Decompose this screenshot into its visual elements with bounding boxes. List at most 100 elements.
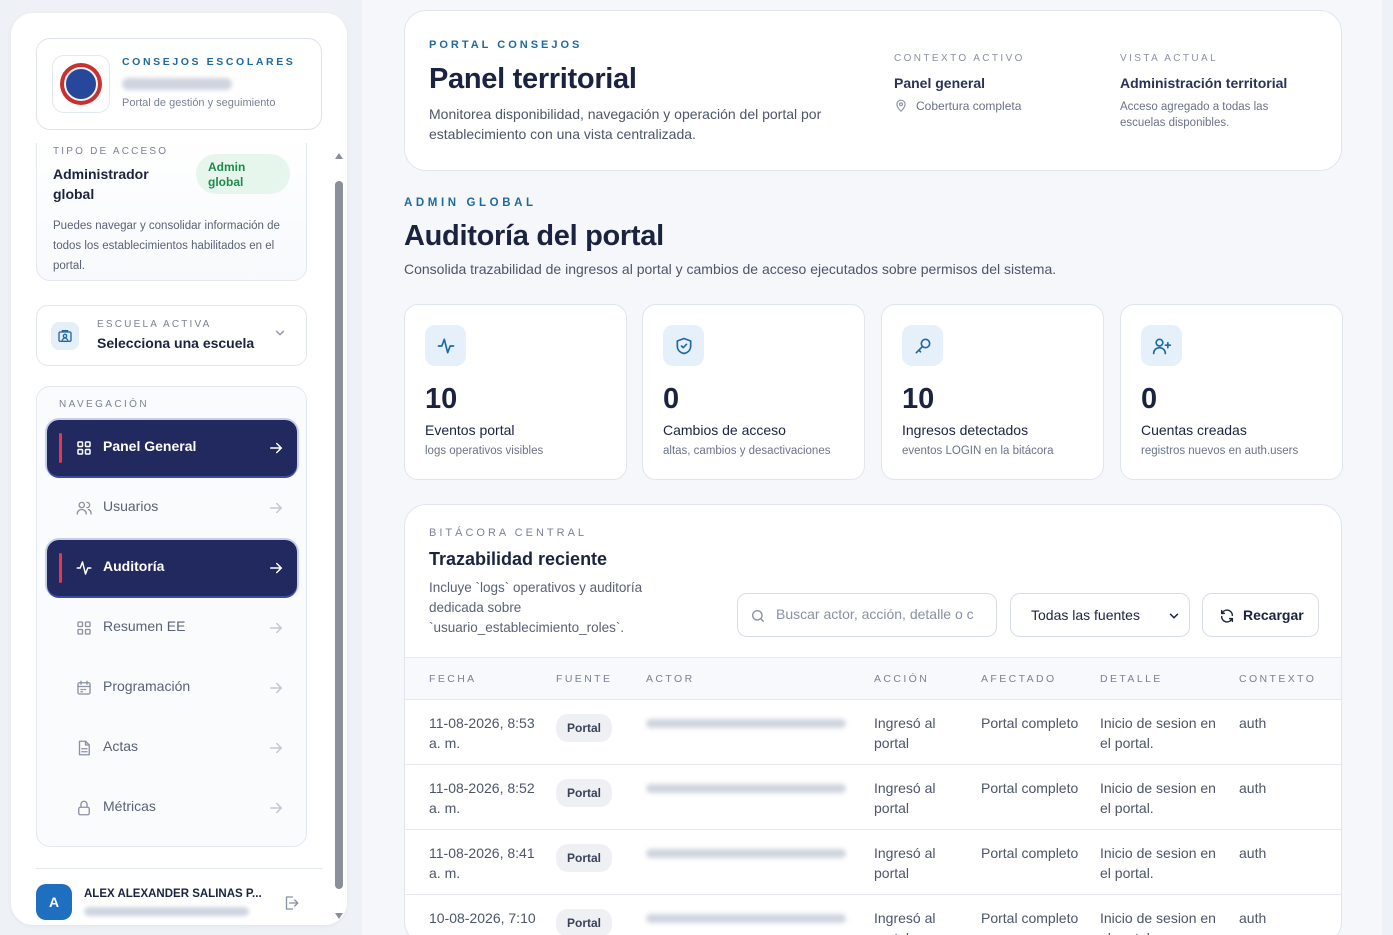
avatar: A (36, 884, 72, 920)
table-row[interactable]: 11-08-2026, 8:41 a. m. Portal Ingresó al… (405, 830, 1341, 895)
search-field[interactable] (737, 593, 997, 637)
actor-redacted (646, 849, 846, 858)
access-role: Administrador global (53, 166, 149, 202)
table-row[interactable]: 11-08-2026, 8:53 a. m. Portal Ingresó al… (405, 700, 1341, 765)
arrow-right-icon (270, 562, 283, 574)
arrow-right-icon (270, 622, 283, 634)
nav-item-programacion[interactable]: Programación (47, 660, 297, 716)
page-title: Panel territorial (429, 63, 637, 95)
nav-item-actas[interactable]: Actas (47, 720, 297, 776)
brand-name-redacted (122, 78, 232, 90)
table-row[interactable]: 11-08-2026, 8:52 a. m. Portal Ingresó al… (405, 765, 1341, 830)
active-marker (59, 433, 62, 463)
school-seal-logo (52, 55, 110, 113)
cell-detalle: Inicio de sesion en el portal. (1100, 845, 1216, 881)
column-header[interactable]: ACCIÓN (874, 658, 981, 700)
cell-contexto: auth (1239, 715, 1267, 731)
column-header[interactable]: AFECTADO (981, 658, 1100, 700)
sidebar: CONSEJOS ESCOLARES Portal de gestión y s… (11, 13, 347, 925)
activity-icon (425, 325, 466, 366)
context-sub: Cobertura completa (894, 99, 1021, 113)
stat-label: Eventos portal (425, 422, 515, 438)
stat-card-ingresos: 10 Ingresos detectados eventos LOGIN en … (881, 304, 1104, 480)
actor-redacted (646, 719, 846, 728)
sidebar-scrollbar[interactable] (333, 151, 345, 921)
context-value: Panel general (894, 75, 986, 91)
activity-icon (76, 561, 92, 575)
table-row[interactable]: 10-08-2026, 7:10 p. m. Portal Ingresó al… (405, 895, 1341, 935)
sidebar-scroll-area[interactable]: TIPO DE ACCESO Administrador global Admi… (11, 143, 347, 865)
nav-item-resumen-ee[interactable]: Resumen EE (47, 600, 297, 656)
chevron-down-icon (1169, 613, 1179, 619)
nav-label: Panel General (103, 438, 197, 454)
nav-label: Métricas (103, 798, 156, 814)
nav-label: Usuarios (103, 498, 159, 514)
chevron-down-icon (273, 326, 287, 345)
cell-afectado: Portal completo (981, 715, 1079, 731)
column-header[interactable]: DETALLE (1100, 658, 1239, 700)
log-table: FECHA FUENTE ACTOR ACCIÓN AFECTADO DETAL… (405, 657, 1341, 935)
lock-icon (78, 800, 90, 816)
log-kicker: BITÁCORA CENTRAL (429, 527, 588, 539)
nav-label: Auditoría (103, 558, 165, 574)
stat-label: Cuentas creadas (1141, 422, 1247, 438)
cell-accion: Ingresó al portal (874, 845, 936, 881)
cell-contexto: auth (1239, 845, 1267, 861)
search-input[interactable] (776, 606, 986, 622)
arrow-right-icon (270, 682, 283, 694)
view-sub: Acceso agregado a todas las escuelas dis… (1120, 101, 1269, 129)
nav-item-metricas[interactable]: Métricas (47, 780, 297, 836)
nav-item-panel-general[interactable]: Panel General (47, 420, 297, 476)
cell-actor (646, 895, 874, 935)
arrow-right-icon (270, 802, 283, 814)
scrollbar-thumb[interactable] (335, 181, 343, 889)
column-header[interactable]: ACTOR (646, 658, 874, 700)
access-kicker: TIPO DE ACCESO (53, 146, 169, 157)
log-title: Trazabilidad reciente (429, 549, 608, 569)
grid-icon (77, 621, 91, 635)
brand-subtitle: Portal de gestión y seguimiento (122, 97, 276, 109)
nav-kicker: NAVEGACIÓN (59, 399, 149, 410)
active-school-selector[interactable]: ESCUELA ACTIVA Selecciona una escuela (36, 305, 307, 366)
search-icon (752, 610, 764, 622)
reload-button[interactable]: Recargar (1202, 593, 1319, 637)
hero-card: PORTAL CONSEJOS Panel territorial Monito… (404, 10, 1342, 171)
cell-afectado: Portal completo (981, 910, 1079, 926)
arrow-right-icon (270, 502, 283, 514)
cell-accion: Ingresó al portal (874, 910, 936, 935)
hero-description: Monitorea disponibilidad, navegación y o… (429, 106, 822, 142)
arrow-right-icon (270, 742, 283, 754)
view-kicker: VISTA ACTUAL (1120, 53, 1219, 64)
cell-afectado: Portal completo (981, 845, 1079, 861)
column-header[interactable]: FECHA (405, 658, 556, 700)
nav-item-auditoria[interactable]: Auditoría (47, 540, 297, 596)
scroll-up-arrow-icon[interactable] (334, 151, 344, 161)
brand-kicker: CONSEJOS ESCOLARES (122, 56, 296, 68)
log-description: Incluye `logs` operativos y auditoría de… (429, 580, 643, 635)
nav-label: Programación (103, 678, 191, 694)
nav-item-usuarios[interactable]: Usuarios (47, 480, 297, 536)
actor-redacted (646, 784, 846, 793)
column-header[interactable]: CONTEXTO (1239, 658, 1341, 700)
cell-afectado: Portal completo (981, 780, 1079, 796)
school-icon (51, 322, 79, 350)
table-header-row: FECHA FUENTE ACTOR ACCIÓN AFECTADO DETAL… (405, 657, 1341, 700)
page-scrollbar[interactable] (1382, 0, 1393, 935)
user-email-redacted (84, 907, 249, 916)
cell-actor (646, 765, 874, 830)
shield-icon (663, 325, 704, 366)
scroll-down-arrow-icon[interactable] (334, 911, 344, 921)
brand-card: CONSEJOS ESCOLARES Portal de gestión y s… (36, 38, 322, 130)
stat-sub: altas, cambios y desactivaciones (663, 445, 831, 457)
cell-accion: Ingresó al portal (874, 780, 936, 816)
column-header[interactable]: FUENTE (556, 658, 646, 700)
context-sub-label: Cobertura completa (916, 99, 1022, 113)
source-filter-select[interactable]: Todas las fuentes (1010, 593, 1190, 637)
cell-fuente: Portal (556, 830, 646, 895)
logout-icon[interactable] (282, 894, 300, 912)
role-badge: Admin global (196, 154, 290, 194)
cell-detalle: Inicio de sesion en el portal. (1100, 780, 1216, 816)
active-marker (59, 553, 62, 583)
stat-sub: registros nuevos en auth.users (1141, 445, 1299, 457)
source-badge: Portal (556, 844, 613, 872)
